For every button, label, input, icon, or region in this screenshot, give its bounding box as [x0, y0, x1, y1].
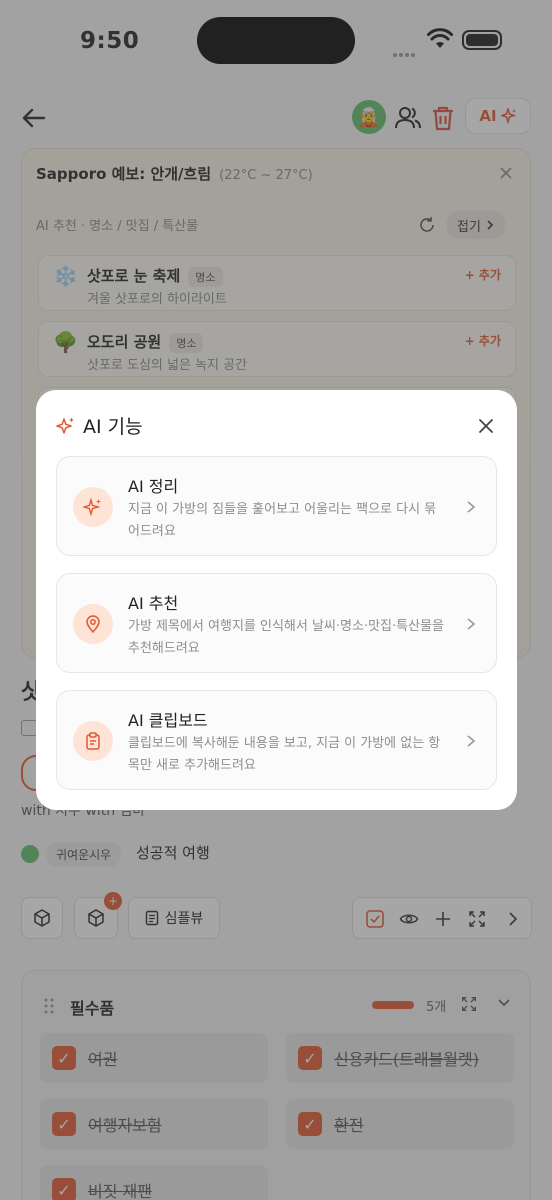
- sparkle-icon: [73, 487, 113, 527]
- option-desc: 클립보드에 복사해둔 내용을 보고, 지금 이 가방에 없는 항목만 새로 추가…: [128, 736, 441, 773]
- option-desc: 지금 이 가방의 짐들을 훑어보고 어울리는 팩으로 다시 묶어드려요: [128, 502, 437, 539]
- chevron-right-icon: [467, 501, 476, 513]
- option-title: AI 클립보드: [128, 711, 208, 730]
- ai-organize-option[interactable]: AI 정리 지금 이 가방의 짐들을 훑어보고 어울리는 팩으로 다시 묶어드려…: [56, 456, 497, 556]
- chevron-right-icon: [467, 618, 476, 630]
- location-pin-icon: [73, 604, 113, 644]
- modal-title: AI 기능: [83, 416, 143, 438]
- ai-clipboard-option[interactable]: AI 클립보드 클립보드에 복사해둔 내용을 보고, 지금 이 가방에 없는 항…: [56, 690, 497, 790]
- option-desc: 가방 제목에서 여행지를 인식해서 날씨·명소·맛집·특산물을 추천해드려요: [128, 619, 444, 656]
- ai-recommend-option[interactable]: AI 추천 가방 제목에서 여행지를 인식해서 날씨·명소·맛집·특산물을 추천…: [56, 573, 497, 673]
- chevron-right-icon: [467, 735, 476, 747]
- sparkle-icon: [56, 417, 74, 434]
- option-title: AI 추천: [128, 594, 179, 613]
- option-title: AI 정리: [128, 477, 179, 496]
- ai-features-modal: AI 기능 AI 정리 지금 이 가방의 짐들을 훑어보고 어울리는 팩으로 다…: [36, 390, 517, 810]
- close-icon[interactable]: [477, 417, 495, 435]
- clipboard-icon: [73, 721, 113, 761]
